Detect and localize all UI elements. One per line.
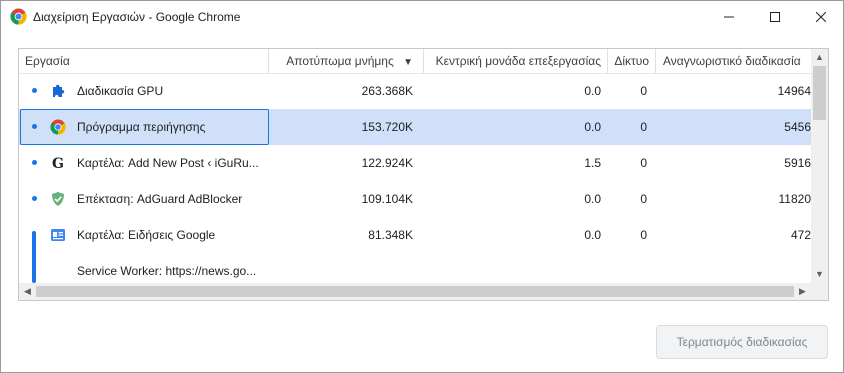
column-header-pid[interactable]: Αναγνωριστικό διαδικασία	[655, 49, 811, 73]
task-manager-window: Διαχείριση Εργασιών - Google Chrome Εργα…	[0, 0, 844, 373]
process-indicator-dot	[32, 124, 37, 129]
chrome-icon	[50, 119, 66, 135]
pid-value: 5916	[784, 156, 811, 170]
column-header-pid-label: Αναγνωριστικό διαδικασία	[663, 54, 801, 68]
network-value: 0	[640, 192, 647, 206]
table-row-selected[interactable]: Πρόγραμμα περιήγησης 153.720K 0.0 0 5456	[19, 109, 811, 145]
pid-value: 5456	[784, 120, 811, 134]
horizontal-scroll-thumb[interactable]	[36, 286, 794, 297]
scrollbar-corner	[811, 283, 828, 300]
scroll-left-arrow-icon[interactable]: ◀	[19, 283, 36, 300]
cpu-value: 0.0	[584, 84, 601, 98]
scroll-down-arrow-icon[interactable]: ▼	[811, 266, 828, 283]
memory-value: 109.104K	[361, 192, 413, 206]
pid-value: 11820	[778, 192, 811, 206]
close-button[interactable]	[798, 1, 844, 33]
task-name: Πρόγραμμα περιήγησης	[77, 120, 206, 134]
scroll-up-arrow-icon[interactable]: ▲	[811, 49, 828, 66]
google-news-icon	[50, 227, 66, 243]
column-header-network-label: Δίκτυο	[614, 54, 649, 68]
g-logo-icon: G	[50, 155, 66, 172]
memory-value: 153.720K	[361, 120, 413, 134]
column-header-cpu[interactable]: Κεντρική μονάδα επεξεργασίας	[423, 49, 607, 73]
network-value: 0	[640, 120, 647, 134]
task-name: Service Worker: https://news.go...	[77, 264, 257, 278]
chrome-icon	[10, 8, 27, 25]
column-header-network[interactable]: Δίκτυο	[607, 49, 655, 73]
sort-descending-icon: ▼	[403, 57, 413, 68]
network-value: 0	[640, 156, 647, 170]
column-header-memory[interactable]: Αποτύπωμα μνήμης ▼	[268, 49, 423, 73]
svg-text:G: G	[52, 156, 64, 171]
cpu-value: 0.0	[584, 120, 601, 134]
cpu-value: 0.0	[584, 192, 601, 206]
memory-value: 122.924K	[361, 156, 413, 170]
task-name: Διαδικασία GPU	[77, 84, 164, 98]
column-header-task[interactable]: Εργασία	[25, 49, 265, 73]
process-indicator-dot	[32, 88, 37, 93]
vertical-scroll-thumb[interactable]	[813, 66, 826, 120]
close-icon	[816, 12, 826, 22]
adguard-shield-icon	[50, 191, 66, 207]
task-name: Καρτέλα: Add New Post ‹ iGuRu...	[77, 156, 259, 170]
network-value: 0	[640, 84, 647, 98]
window-title: Διαχείριση Εργασιών - Google Chrome	[33, 10, 241, 24]
minimize-icon	[724, 16, 734, 18]
minimize-button[interactable]	[706, 1, 752, 33]
table-row[interactable]: G Καρτέλα: Add New Post ‹ iGuRu... 122.9…	[19, 145, 811, 181]
cpu-value: 1.5	[584, 156, 601, 170]
vertical-scrollbar[interactable]: ▲ ▼	[811, 49, 828, 283]
table-row[interactable]: Διαδικασία GPU 263.368K 0.0 0 14964	[19, 73, 811, 109]
memory-value: 81.348K	[368, 228, 413, 242]
end-process-button[interactable]: Τερματισμός διαδικασίας	[656, 325, 828, 359]
process-table: Εργασία Αποτύπωμα μνήμης ▼ Κεντρική μονά…	[18, 48, 829, 301]
task-name: Επέκταση: AdGuard AdBlocker	[77, 192, 243, 206]
table-header: Εργασία Αποτύπωμα μνήμης ▼ Κεντρική μονά…	[19, 49, 811, 74]
maximize-button[interactable]	[752, 1, 798, 33]
process-indicator-dot	[32, 196, 37, 201]
pid-value: 472	[790, 228, 811, 242]
cpu-value: 0.0	[584, 228, 601, 242]
memory-value: 263.368K	[361, 84, 413, 98]
title-bar: Διαχείριση Εργασιών - Google Chrome	[1, 1, 843, 33]
puzzle-piece-icon	[50, 83, 66, 99]
scroll-right-arrow-icon[interactable]: ▶	[794, 283, 811, 300]
network-value: 0	[640, 228, 647, 242]
pid-value: 14964	[777, 84, 811, 98]
column-header-task-label: Εργασία	[25, 54, 70, 68]
table-row[interactable]: Καρτέλα: Ειδήσεις Google 81.348K 0.0 0 4…	[19, 217, 811, 253]
table-row[interactable]: Επέκταση: AdGuard AdBlocker 109.104K 0.0…	[19, 181, 811, 217]
column-header-memory-label: Αποτύπωμα μνήμης	[286, 54, 394, 68]
task-name: Καρτέλα: Ειδήσεις Google	[77, 228, 216, 242]
maximize-icon	[770, 12, 780, 22]
column-header-cpu-label: Κεντρική μονάδα επεξεργασίας	[435, 54, 601, 68]
process-indicator-dot	[32, 160, 37, 165]
horizontal-scrollbar[interactable]: ◀ ▶	[19, 283, 811, 300]
